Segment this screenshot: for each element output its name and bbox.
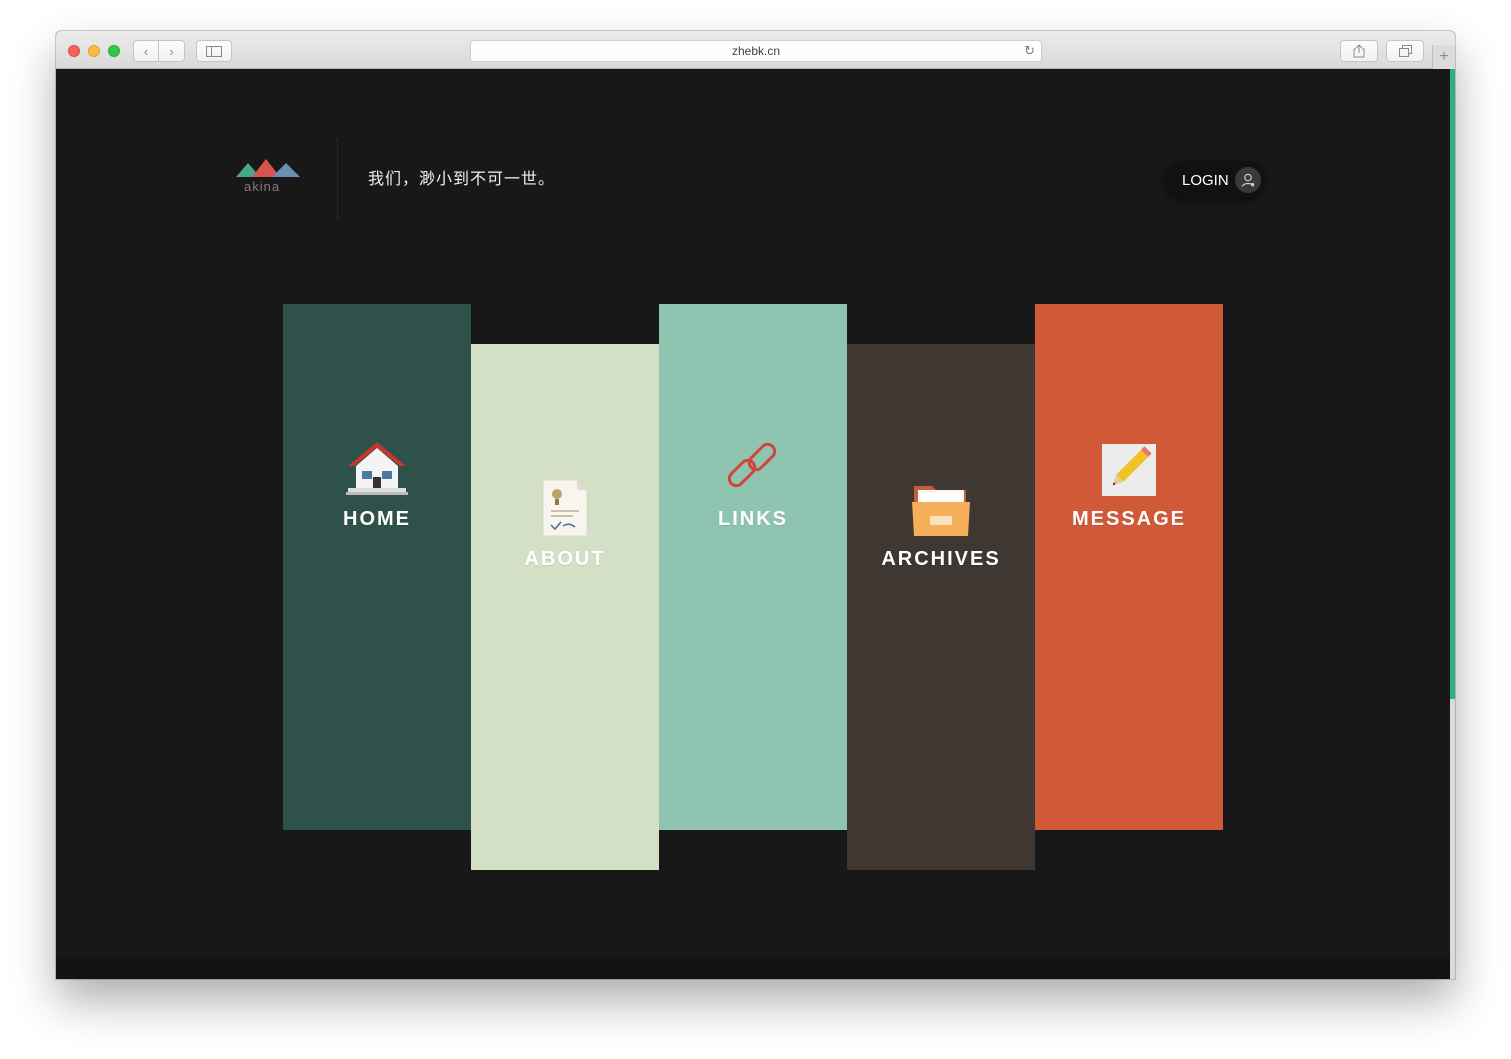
share-icon bbox=[1353, 44, 1365, 58]
nav-card-about[interactable]: ABOUT bbox=[471, 344, 659, 870]
pencil-note-icon bbox=[1097, 434, 1161, 498]
plus-icon: + bbox=[1439, 48, 1449, 65]
browser-window: ‹ › zhebk.cn ↻ + akina 我们，渺小到不可一世。 LOGIN… bbox=[56, 31, 1455, 979]
site-slogan: 我们，渺小到不可一世。 bbox=[368, 169, 556, 188]
nav-label-links: LINKS bbox=[718, 508, 788, 530]
minimize-window-button[interactable] bbox=[88, 45, 100, 57]
reload-icon[interactable]: ↻ bbox=[1024, 43, 1035, 59]
nav-label-home: HOME bbox=[343, 508, 411, 530]
forward-button[interactable]: › bbox=[159, 40, 185, 62]
nav-card-message[interactable]: MESSAGE bbox=[1035, 304, 1223, 830]
footer-strip bbox=[56, 959, 1450, 979]
page-content: akina 我们，渺小到不可一世。 LOGIN HOME ABOUT LINKS… bbox=[56, 69, 1450, 979]
nav-card-links[interactable]: LINKS bbox=[659, 304, 847, 830]
share-button[interactable] bbox=[1340, 40, 1378, 62]
house-icon bbox=[345, 434, 409, 498]
close-window-button[interactable] bbox=[68, 45, 80, 57]
nav-card-home[interactable]: HOME bbox=[283, 304, 471, 830]
user-avatar-icon bbox=[1234, 167, 1261, 193]
folder-icon bbox=[909, 474, 973, 538]
zoom-window-button[interactable] bbox=[108, 45, 120, 57]
nav-card-archives[interactable]: ARCHIVES bbox=[847, 344, 1035, 870]
url-text: zhebk.cn bbox=[731, 44, 781, 58]
chevron-left-icon: ‹ bbox=[143, 43, 149, 59]
browser-titlebar: ‹ › zhebk.cn ↻ + bbox=[56, 31, 1455, 69]
document-icon bbox=[533, 474, 597, 538]
tabs-overview-button[interactable] bbox=[1386, 40, 1424, 62]
nav-label-about: ABOUT bbox=[524, 548, 606, 570]
login-button[interactable]: LOGIN bbox=[1164, 161, 1265, 199]
back-button[interactable]: ‹ bbox=[133, 40, 159, 62]
sidebar-button[interactable] bbox=[196, 40, 232, 62]
address-bar[interactable]: zhebk.cn ↻ bbox=[470, 40, 1042, 62]
chain-link-icon bbox=[721, 434, 785, 498]
sidebar-icon bbox=[206, 45, 222, 57]
nav-label-archives: ARCHIVES bbox=[881, 548, 1001, 570]
tabs-icon bbox=[1398, 45, 1412, 57]
nav-label-message: MESSAGE bbox=[1071, 508, 1187, 530]
scrollbar-thumb[interactable] bbox=[1450, 69, 1455, 699]
new-tab-button[interactable]: + bbox=[1432, 45, 1455, 69]
login-label: LOGIN bbox=[1182, 171, 1229, 189]
header-divider bbox=[337, 139, 338, 219]
chevron-right-icon: › bbox=[169, 43, 174, 59]
logo-text: akina bbox=[244, 179, 281, 194]
